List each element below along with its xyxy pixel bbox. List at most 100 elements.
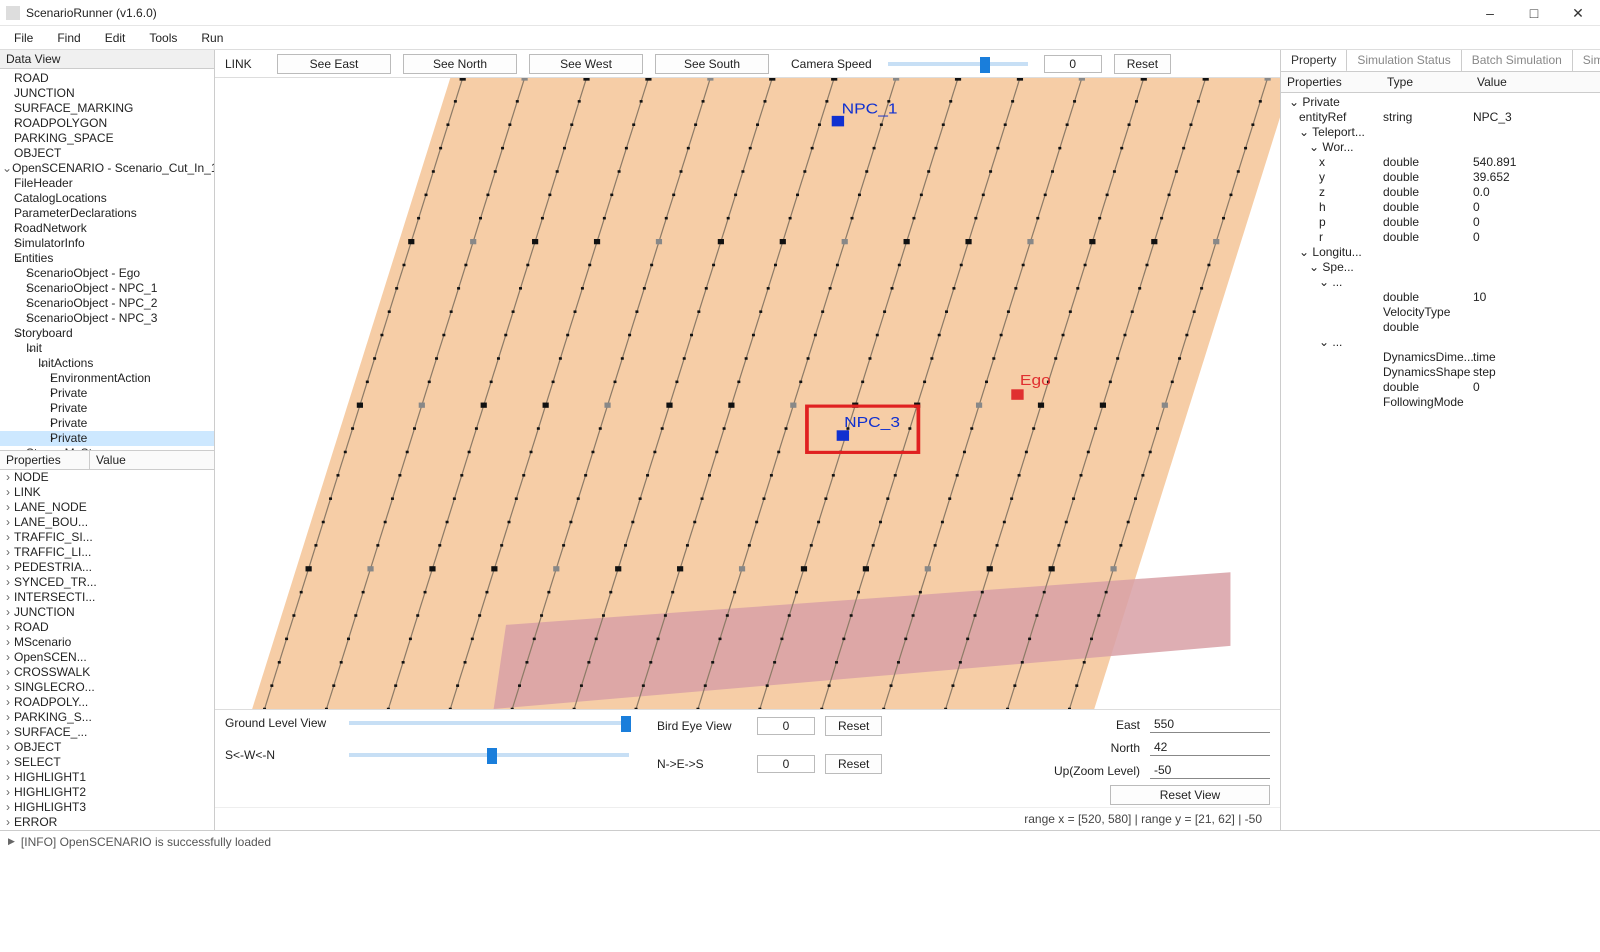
caret-closed-icon[interactable]: ›	[2, 590, 14, 605]
left-property-row[interactable]: ›TRAFFIC_LI...	[0, 545, 214, 560]
camera-speed-value[interactable]: 0	[1044, 55, 1102, 73]
left-property-row[interactable]: ›SELECT	[0, 755, 214, 770]
right-property-row[interactable]: ⌄ Longitu...	[1281, 245, 1600, 260]
right-property-row[interactable]: double0	[1281, 380, 1600, 395]
right-property-row[interactable]: hdouble0	[1281, 200, 1600, 215]
tree-row[interactable]: ›ScenarioObject - NPC_2	[0, 296, 214, 311]
caret-open-icon[interactable]: ⌄	[2, 326, 14, 341]
left-property-row[interactable]: ›SINGLECRO...	[0, 680, 214, 695]
menu-run[interactable]: Run	[197, 26, 227, 49]
tree-row[interactable]: ⌄Storyboard	[0, 326, 214, 341]
up-zoom-value[interactable]: -50	[1150, 762, 1270, 779]
tree-row[interactable]: ›EnvironmentAction	[0, 371, 214, 386]
caret-closed-icon[interactable]: ›	[2, 680, 14, 695]
caret-closed-icon[interactable]: ›	[2, 515, 14, 530]
caret-closed-icon[interactable]: ›	[2, 575, 14, 590]
menu-find[interactable]: Find	[53, 26, 84, 49]
caret-closed-icon[interactable]: ›	[2, 296, 26, 311]
window-maximize-button[interactable]: □	[1512, 0, 1556, 26]
window-minimize-button[interactable]: –	[1468, 0, 1512, 26]
left-property-row[interactable]: ›ERROR	[0, 815, 214, 830]
swn-slider[interactable]	[349, 753, 629, 757]
swn-slider-thumb[interactable]	[487, 748, 497, 764]
caret-closed-icon[interactable]: ›	[2, 755, 14, 770]
caret-closed-icon[interactable]: ›	[2, 605, 14, 620]
right-property-row[interactable]: ⌄ ...	[1281, 335, 1600, 350]
tree-row[interactable]: ›Private	[0, 431, 214, 446]
right-property-row[interactable]: entityRefstringNPC_3	[1281, 110, 1600, 125]
tree-row[interactable]: ›Private	[0, 401, 214, 416]
left-property-row[interactable]: ›HIGHLIGHT1	[0, 770, 214, 785]
caret-closed-icon[interactable]: ›	[2, 416, 50, 431]
caret-closed-icon[interactable]: ›	[2, 815, 14, 830]
east-value[interactable]: 550	[1150, 716, 1270, 733]
see-east-button[interactable]: See East	[277, 54, 391, 74]
caret-open-icon[interactable]: ⌄	[2, 356, 38, 371]
caret-closed-icon[interactable]: ›	[2, 725, 14, 740]
right-property-row[interactable]: ⌄ Wor...	[1281, 140, 1600, 155]
right-property-row[interactable]: ⌄ ...	[1281, 275, 1600, 290]
tab-batch-simulation[interactable]: Batch Simulation	[1462, 50, 1573, 71]
tree-row[interactable]: ›RoadNetwork	[0, 221, 214, 236]
caret-closed-icon[interactable]: ›	[2, 485, 14, 500]
left-property-row[interactable]: ›LANE_BOU...	[0, 515, 214, 530]
left-property-row[interactable]: ›JUNCTION	[0, 605, 214, 620]
caret-closed-icon[interactable]: ›	[2, 770, 14, 785]
caret-closed-icon[interactable]: ›	[2, 386, 50, 401]
caret-closed-icon[interactable]: ›	[2, 401, 50, 416]
caret-open-icon[interactable]: ⌄	[2, 341, 26, 356]
right-property-row[interactable]: rdouble0	[1281, 230, 1600, 245]
nes-reset-button[interactable]: Reset	[825, 754, 882, 774]
menu-tools[interactable]: Tools	[145, 26, 181, 49]
left-property-row[interactable]: ›INTERSECTI...	[0, 590, 214, 605]
left-property-row[interactable]: ›HIGHLIGHT2	[0, 785, 214, 800]
right-property-row[interactable]: VelocityType	[1281, 305, 1600, 320]
tree-row[interactable]: ⌄OpenSCENARIO - Scenario_Cut_In_1	[0, 161, 214, 176]
tree-row[interactable]: OBJECT	[0, 146, 214, 161]
tab-property[interactable]: Property	[1281, 50, 1347, 72]
caret-closed-icon[interactable]: ›	[2, 545, 14, 560]
left-property-row[interactable]: ›LANE_NODE	[0, 500, 214, 515]
reset-view-button[interactable]: Reset View	[1110, 785, 1270, 805]
left-properties-list[interactable]: ›NODE›LINK›LANE_NODE›LANE_BOU...›TRAFFIC…	[0, 470, 214, 830]
left-property-row[interactable]: ›SYNCED_TR...	[0, 575, 214, 590]
data-view-tree[interactable]: ROAD JUNCTION SURFACE_MARKING›ROADPOLYGO…	[0, 69, 214, 451]
right-property-row[interactable]: double	[1281, 320, 1600, 335]
map-viewport[interactable]: Ego NPC_1 NPC_3	[215, 78, 1280, 709]
right-property-row[interactable]: ydouble39.652	[1281, 170, 1600, 185]
left-property-row[interactable]: ›NODE	[0, 470, 214, 485]
tree-row[interactable]: ›Private	[0, 416, 214, 431]
tree-row[interactable]: FileHeader	[0, 176, 214, 191]
left-property-row[interactable]: ›MScenario	[0, 635, 214, 650]
bird-eye-view-reset-button[interactable]: Reset	[825, 716, 882, 736]
nes-value[interactable]: 0	[757, 755, 815, 773]
right-property-row[interactable]: ⌄ Spe...	[1281, 260, 1600, 275]
camera-speed-slider-thumb[interactable]	[980, 57, 990, 73]
tree-row[interactable]: ›ScenarioObject - Ego	[0, 266, 214, 281]
tree-row[interactable]: ROAD	[0, 71, 214, 86]
right-property-row[interactable]: xdouble540.891	[1281, 155, 1600, 170]
caret-closed-icon[interactable]: ›	[2, 311, 26, 326]
caret-closed-icon[interactable]: ›	[2, 530, 14, 545]
glv-slider-thumb[interactable]	[621, 716, 631, 732]
bird-eye-view-value[interactable]: 0	[757, 717, 815, 735]
right-property-row[interactable]: FollowingMode	[1281, 395, 1600, 410]
menu-edit[interactable]: Edit	[101, 26, 130, 49]
left-property-row[interactable]: ›PARKING_S...	[0, 710, 214, 725]
caret-open-icon[interactable]: ⌄	[2, 251, 14, 266]
right-property-row[interactable]: ⌄ Private	[1281, 95, 1600, 110]
ground-level-view-slider[interactable]	[349, 721, 629, 725]
tree-row[interactable]: ParameterDeclarations	[0, 206, 214, 221]
tree-row[interactable]: CatalogLocations	[0, 191, 214, 206]
caret-closed-icon[interactable]: ›	[2, 236, 14, 251]
tree-row[interactable]: ›ScenarioObject - NPC_1	[0, 281, 214, 296]
caret-closed-icon[interactable]: ›	[2, 785, 14, 800]
caret-closed-icon[interactable]: ›	[2, 695, 14, 710]
caret-closed-icon[interactable]: ›	[2, 560, 14, 575]
tree-row[interactable]: ›ROADPOLYGON	[0, 116, 214, 131]
caret-closed-icon[interactable]: ›	[2, 470, 14, 485]
caret-closed-icon[interactable]: ›	[2, 665, 14, 680]
tree-row[interactable]: SURFACE_MARKING	[0, 101, 214, 116]
camera-speed-slider[interactable]	[888, 62, 1028, 66]
caret-closed-icon[interactable]: ›	[2, 221, 14, 236]
